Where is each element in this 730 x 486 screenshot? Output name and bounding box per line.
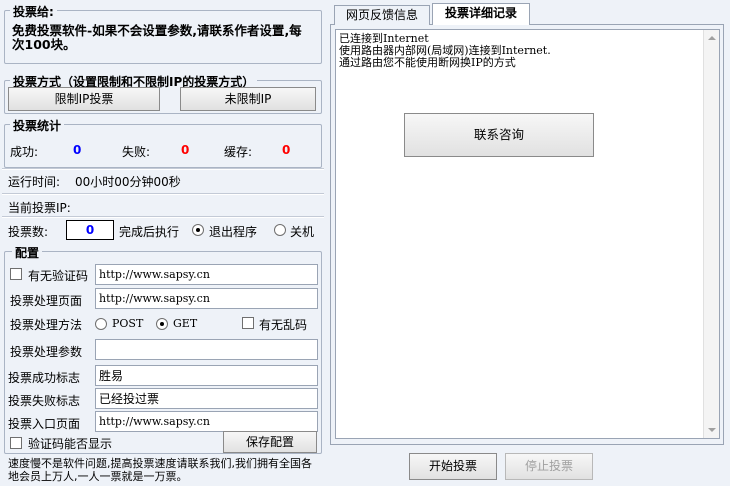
exit-program-radio[interactable]: [192, 224, 204, 236]
vote-count-label: 投票数:: [8, 225, 49, 239]
log-line-3: 通过路由您不能使用断网换IP的方式: [339, 56, 516, 69]
tab-feedback[interactable]: 网页反馈信息: [334, 5, 430, 25]
process-page-input[interactable]: http://www.sapsy.cn: [95, 288, 318, 309]
captcha-label: 有无验证码: [28, 269, 89, 283]
left-panel: 投票给: 免费投票软件-如果不会设置参数,请联系作者设置,每次100块。 投票方…: [0, 0, 328, 486]
captcha-checkbox[interactable]: [10, 268, 22, 280]
post-radio[interactable]: [95, 318, 107, 330]
fail-flag-input[interactable]: 已经投过票: [95, 388, 318, 409]
scroll-up-icon[interactable]: [708, 36, 716, 40]
fail-flag-label: 投票失败标志: [8, 394, 81, 408]
process-page-label: 投票处理页面: [10, 294, 83, 308]
garble-checkbox[interactable]: [242, 317, 254, 329]
runtime-value: 00小时00分钟00秒: [75, 175, 181, 189]
divider: [2, 168, 324, 170]
log-area[interactable]: 已连接到Internet 使用路由器内部网(局域网)连接到Internet. 通…: [335, 29, 720, 439]
success-count: 0: [73, 143, 82, 157]
save-config-button[interactable]: 保存配置: [223, 431, 317, 453]
post-label: POST: [112, 317, 144, 330]
success-label: 成功:: [10, 145, 39, 159]
unlimited-ip-button[interactable]: 未限制IP: [180, 87, 316, 111]
current-ip-label: 当前投票IP:: [8, 201, 71, 215]
start-vote-button[interactable]: 开始投票: [409, 453, 497, 480]
runtime-label: 运行时间:: [8, 175, 61, 189]
captcha-url-input[interactable]: http://www.sapsy.cn: [95, 264, 318, 285]
contact-button[interactable]: 联系咨询: [404, 113, 594, 157]
scroll-down-icon[interactable]: [708, 428, 716, 432]
divider: [2, 216, 324, 218]
vote-count-input[interactable]: 0: [66, 220, 114, 240]
get-radio[interactable]: [156, 318, 168, 330]
shutdown-radio[interactable]: [274, 224, 286, 236]
cache-label: 缓存:: [224, 145, 253, 159]
entry-page-label: 投票入口页面: [8, 417, 81, 431]
params-input[interactable]: [95, 339, 318, 360]
limited-ip-button[interactable]: 限制IP投票: [8, 87, 160, 111]
config-title: 配置: [12, 244, 43, 261]
cache-count: 0: [282, 143, 291, 157]
captcha-show-checkbox[interactable]: [10, 437, 22, 449]
garble-label: 有无乱码: [259, 318, 308, 332]
captcha-show-label: 验证码能否显示: [28, 437, 113, 451]
divider: [2, 193, 324, 195]
method-label: 投票处理方法: [10, 318, 83, 332]
fail-count: 0: [181, 143, 190, 157]
footer-note: 速度慢不是软件问题,提高投票速度请联系我们,我们拥有全国各地会员上万人,一人一票…: [8, 457, 312, 483]
stats-title: 投票统计: [10, 117, 65, 134]
shutdown-label: 关机: [290, 225, 315, 239]
entry-page-input[interactable]: http://www.sapsy.cn: [95, 411, 318, 432]
stop-vote-button[interactable]: 停止投票: [505, 453, 593, 480]
tab-detail[interactable]: 投票详细记录: [432, 3, 530, 25]
fail-label: 失败:: [122, 145, 151, 159]
get-label: GET: [173, 317, 198, 330]
success-flag-label: 投票成功标志: [8, 371, 81, 385]
vote-count-value: 0: [85, 223, 95, 237]
params-label: 投票处理参数: [10, 345, 83, 359]
intro-text: 免费投票软件-如果不会设置参数,请联系作者设置,每次100块。: [12, 23, 302, 52]
exit-program-label: 退出程序: [209, 225, 258, 239]
after-done-label: 完成后执行: [119, 225, 180, 239]
intro-title: 投票给:: [10, 3, 57, 20]
success-flag-input[interactable]: 胜易: [95, 365, 318, 386]
log-scrollbar[interactable]: [703, 30, 719, 438]
